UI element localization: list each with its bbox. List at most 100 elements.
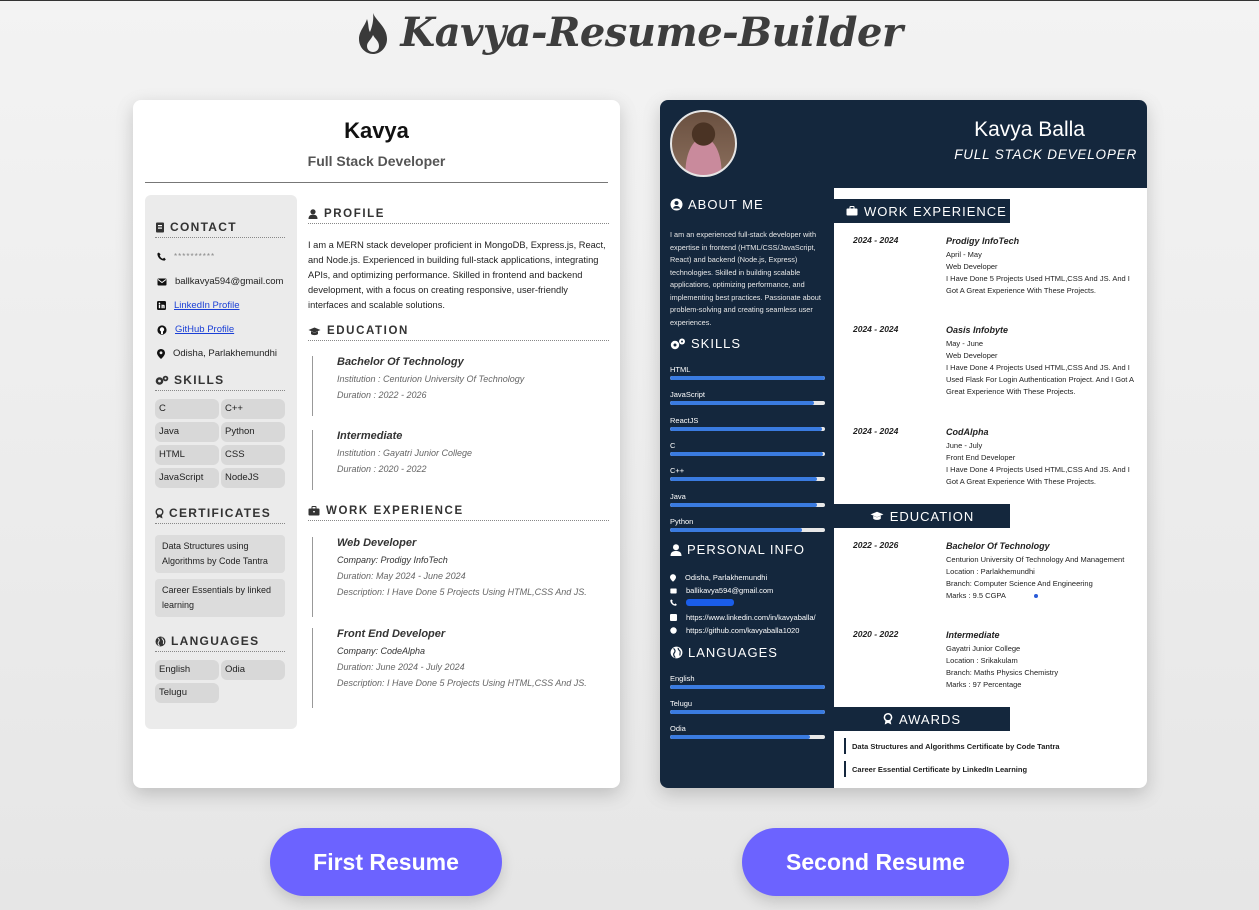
divider — [145, 182, 608, 183]
entry-date: 2024 - 2024 — [853, 426, 899, 436]
app-header: Kavya-Resume-Builder — [0, 9, 1259, 56]
resume-role: Full Stack Developer — [307, 153, 446, 169]
phone-redacted-mark — [686, 599, 734, 606]
app-title: Kavya-Resume-Builder — [400, 9, 903, 56]
info-linkedin: https://www.linkedin.com/in/kavyaballa/ — [670, 613, 816, 622]
first-resume-button[interactable]: First Resume — [270, 828, 502, 896]
work-heading: WORK EXPERIENCE — [308, 505, 609, 521]
resume-preview-second[interactable]: Kavya Balla FULL STACK DEVELOPER ABOUT M… — [660, 100, 1147, 788]
entry-description: I Have Done 4 Projects Used HTML,CSS And… — [946, 465, 1130, 486]
entry-title: Intermediate — [946, 630, 1000, 640]
info-email: ballikavya594@gmail.com — [670, 586, 773, 595]
resume-role: FULL STACK DEVELOPER — [954, 147, 1137, 162]
entry-duration: Duration : 2020 - 2022 — [337, 464, 427, 474]
personal-info-heading: PERSONAL INFO — [670, 542, 805, 557]
github-icon — [670, 627, 677, 634]
linkedin-icon — [670, 614, 677, 621]
work-entry: Front End Developer Company: CodeAlpha D… — [312, 628, 608, 708]
entry-title: Front End Developer — [337, 628, 446, 640]
languages-heading: LANGUAGES — [155, 634, 285, 652]
graduation-cap-icon — [308, 327, 321, 336]
about-heading: ABOUT ME — [670, 197, 764, 212]
entry-institution: Institution : Centurion University Of Te… — [337, 374, 525, 384]
profile-heading: PROFILE — [308, 208, 609, 224]
info-github: https://github.com/kavyaballa1020 — [670, 626, 799, 635]
education-entry: Intermediate Institution : Gayatri Junio… — [312, 430, 608, 490]
skill-level-bar — [670, 426, 825, 431]
entry-title: Prodigy InfoTech — [946, 236, 1020, 246]
linkedin-icon — [157, 301, 166, 310]
skill-level-fill — [670, 451, 824, 456]
entry-role: Web Developer — [946, 262, 998, 271]
github-link[interactable]: GitHub Profile — [175, 324, 234, 335]
language-chip: English — [155, 660, 219, 680]
entry-line: Centurion University Of Technology And M… — [946, 555, 1125, 564]
entry-date: 2024 - 2024 — [853, 235, 899, 245]
phone-icon — [670, 599, 677, 606]
contact-linkedin: LinkedIn Profile — [157, 300, 239, 311]
contact-heading: CONTACT — [155, 220, 285, 238]
entry-date: 2020 - 2022 — [853, 629, 899, 639]
skills-heading: SKILLS — [670, 336, 741, 351]
education-entry: Bachelor Of Technology Institution : Cen… — [312, 356, 608, 416]
skill-chip: JavaScript — [155, 468, 219, 488]
entry-description: I Have Done 5 Projects Used HTML,CSS And… — [946, 274, 1130, 295]
entry-institution: Institution : Gayatri Junior College — [337, 448, 473, 458]
map-marker-icon — [157, 348, 165, 359]
education-entry: 2020 - 2022 Intermediate Gayatri Junior … — [853, 629, 1138, 699]
entry-period: May - June — [946, 339, 984, 348]
skill-chip: NodeJS — [221, 468, 285, 488]
entry-duration: Duration : 2022 - 2026 — [337, 390, 427, 400]
education-heading: EDUCATION — [834, 504, 1010, 528]
gears-icon — [155, 375, 169, 386]
work-entry: Web Developer Company: Prodigy InfoTech … — [312, 537, 608, 617]
skill-level-bar — [670, 451, 825, 456]
award-item: Career Essential Certificate by LinkedIn… — [844, 761, 1027, 777]
skill-chip: C++ — [221, 399, 285, 419]
language-level-bar — [670, 710, 825, 714]
skill-level-bar — [670, 477, 825, 482]
phone-icon — [157, 252, 166, 261]
work-entry: 2024 - 2024 CodAlpha June - July Front E… — [853, 426, 1138, 496]
education-heading: EDUCATION — [308, 325, 609, 341]
entry-line: Branch: Computer Science And Engineering — [946, 579, 1093, 588]
skills-heading: SKILLS — [155, 373, 285, 391]
linkedin-link[interactable]: LinkedIn Profile — [174, 300, 239, 311]
skill-level-fill — [670, 376, 825, 380]
entry-line: Marks : 97 Percentage — [946, 680, 1022, 689]
award-item: Data Structures and Algorithms Certifica… — [844, 738, 1060, 754]
awards-heading: AWARDS — [834, 707, 1010, 731]
globe-icon — [155, 636, 166, 647]
about-text: I am an experienced full-stack developer… — [670, 230, 821, 327]
certificate-item: Career Essentials by linked learning — [155, 579, 285, 617]
entry-period: June - July — [946, 441, 983, 450]
entry-role: Web Developer — [946, 351, 998, 360]
languages-heading: LANGUAGES — [670, 645, 778, 660]
skill-label: JavaScript — [670, 390, 706, 400]
skill-level-bar — [670, 401, 825, 406]
entry-duration: Duration: June 2024 - July 2024 — [337, 662, 465, 672]
entry-period: April - May — [946, 250, 982, 259]
skill-chip: Java — [155, 422, 219, 442]
language-chip: Telugu — [155, 683, 219, 703]
skills-list: C C++ Java Python HTML CSS JavaScript No… — [155, 399, 285, 488]
address-card-icon — [155, 222, 165, 233]
entry-title: Web Developer — [337, 537, 417, 549]
info-location: Odisha, Parlakhemundhi — [670, 573, 767, 582]
skill-chip: C — [155, 399, 219, 419]
resume-name: Kavya Balla — [974, 118, 1085, 141]
entry-title: Bachelor Of Technology — [946, 541, 1050, 551]
contact-location: Odisha, Parlakhemundhi — [157, 348, 277, 359]
entry-company: Company: Prodigy InfoTech — [337, 555, 448, 565]
resume-preview-first[interactable]: Kavya Full Stack Developer CONTACT *****… — [133, 100, 620, 788]
language-level-fill — [670, 735, 810, 739]
certificate-item: Data Structures using Algorithms by Code… — [155, 535, 285, 573]
briefcase-icon — [846, 206, 858, 216]
user-icon — [308, 209, 318, 219]
entry-description: Description: I Have Done 5 Projects Usin… — [337, 678, 587, 688]
award-icon — [883, 713, 893, 725]
language-label: Telugu — [670, 699, 693, 708]
second-resume-button[interactable]: Second Resume — [742, 828, 1009, 896]
map-marker-icon — [670, 573, 676, 582]
entry-role: Front End Developer — [946, 453, 1016, 462]
